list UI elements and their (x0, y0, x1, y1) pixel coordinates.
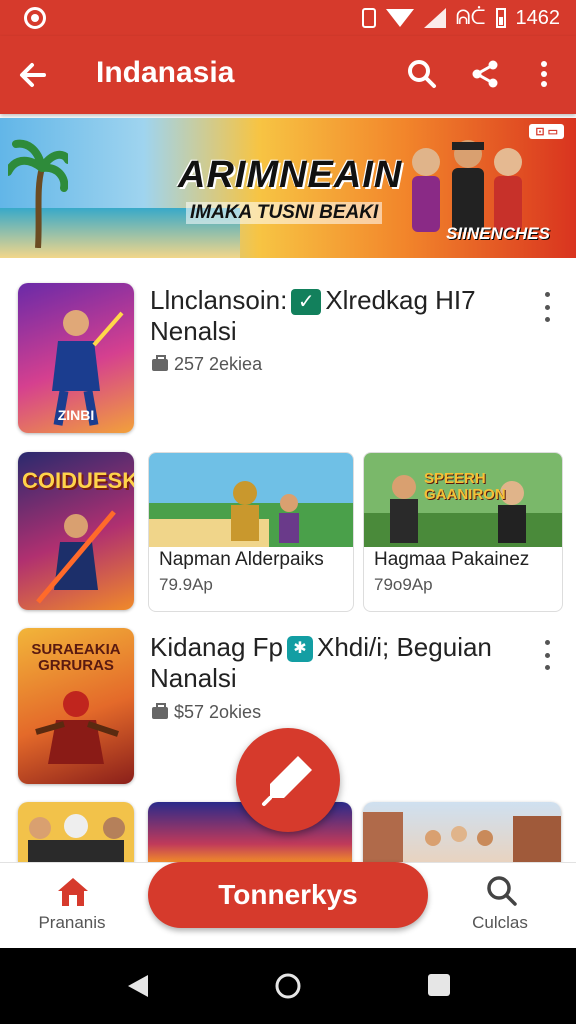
banner-subtitle: IMAKA TUSNI BEAKI (186, 202, 383, 224)
nav-home[interactable]: Prananis (12, 863, 132, 949)
list-item-3-meta: $57 2okies (152, 702, 261, 723)
nav-search-label: Culclas (472, 913, 528, 932)
title-part-c: Nanalsi (150, 663, 237, 693)
home-icon (58, 878, 88, 906)
banner-badge: SIINENCHES (446, 224, 550, 243)
network-label: ᕱᑖ (455, 6, 486, 29)
nav-search[interactable]: Culclas (440, 863, 560, 949)
nav-home-label: Prananis (38, 913, 106, 932)
meta-text: $57 2okies (174, 702, 262, 722)
banner-title: ARIMNEAIN (178, 154, 403, 196)
card-price: 79o9Ap (374, 575, 433, 594)
back-triangle-icon[interactable] (124, 972, 152, 1000)
app-icon: ✱ (286, 636, 313, 663)
list-item-3-title[interactable]: Kidanag Fp ✱ Xhdi/i; Beguian Nanalsi (150, 632, 530, 694)
banner-characters-image (412, 140, 522, 232)
system-navigation-bar (0, 948, 576, 1024)
more-vert-icon (541, 61, 547, 87)
status-icons: ᕱᑖ 1462 (361, 6, 561, 30)
wifi-icon (385, 9, 414, 27)
home-circle-icon[interactable] (274, 972, 302, 1000)
signal-icon (423, 8, 446, 28)
status-bar: ᕱᑖ 1462 (0, 0, 576, 36)
primary-cta-button[interactable]: Tonnerkys (148, 862, 428, 928)
group-portrait-image (28, 814, 125, 862)
target-icon (24, 7, 46, 29)
marker-icon (262, 756, 312, 806)
card-price: 79.9Ap (159, 575, 213, 594)
hero-banner[interactable]: ⊡ ▭ ARIMNEAIN IMAKA TUSNI BEAKI SIINENCH… (0, 118, 576, 258)
back-button[interactable] (18, 58, 48, 92)
bag-icon (152, 702, 168, 719)
share-icon (472, 60, 498, 88)
jungle-scene-image (149, 453, 353, 547)
list-item-1-meta: 257 2ekiea (152, 354, 262, 375)
palm-tree-image (8, 139, 68, 248)
thumbnail-caption: SURAEAKIA GRRURAS (31, 641, 121, 674)
list-item-3-thumbnail[interactable]: SURAEAKIA GRRURAS (18, 628, 134, 784)
product-card-2[interactable]: SPEERH GAANIRON Hagmaa Pakainez 79o9Ap (363, 452, 563, 612)
search-icon (487, 876, 517, 906)
list-item-1-more-button[interactable] (537, 292, 557, 322)
share-button[interactable] (465, 54, 505, 94)
title-part-b: Xhdi/i; Beguian (316, 632, 492, 662)
banner-chip: ⊡ ▭ (529, 124, 564, 139)
title-part-b: Xlredkag HI7 (325, 285, 476, 315)
list-item-3-more-button[interactable] (537, 640, 557, 670)
search-icon (408, 60, 436, 88)
list-item-1-title[interactable]: Llnclansoin: ✓ Xlredkag HI7 Nenalsi (150, 285, 510, 347)
vibrate-icon (361, 8, 376, 28)
list-item-4-thumbnail[interactable] (18, 802, 134, 862)
card-name: Hagmaa Pakainez (374, 549, 530, 570)
edit-fab-button[interactable] (236, 728, 340, 832)
check-icon: ✓ (291, 289, 322, 316)
thumbnail-caption: ZINBI (57, 407, 95, 423)
battery-icon (495, 8, 506, 28)
list-item-2-thumbnail[interactable]: COIDUESK (18, 452, 134, 610)
title-part-a: Llnclansoin: (150, 285, 288, 315)
thumbnail-caption: COIDUESK (22, 468, 134, 493)
page-title: Indanasia (96, 56, 235, 89)
bag-icon (152, 354, 168, 371)
product-card-1[interactable]: Napman Alderpaiks 79.9Ap (148, 452, 354, 612)
card-art-text: SPEERH GAANIRON (424, 470, 506, 503)
title-part-c: Nenalsi (150, 316, 237, 346)
meta-text: 257 2ekiea (174, 354, 263, 374)
list-item-4-card-2[interactable] (363, 802, 561, 862)
more-button[interactable] (524, 54, 564, 94)
card-name: Napman Alderpaiks (159, 549, 324, 570)
title-part-a: Kidanag Fp (150, 632, 283, 662)
search-button[interactable] (402, 54, 442, 94)
clock: 1462 (515, 6, 561, 29)
list-item-1-thumbnail[interactable]: ZINBI (18, 283, 134, 433)
town-crowd-image (363, 812, 561, 862)
arrow-left-icon (20, 63, 46, 87)
recents-square-icon[interactable] (426, 972, 452, 998)
app-bar: Indanasia (0, 36, 576, 114)
